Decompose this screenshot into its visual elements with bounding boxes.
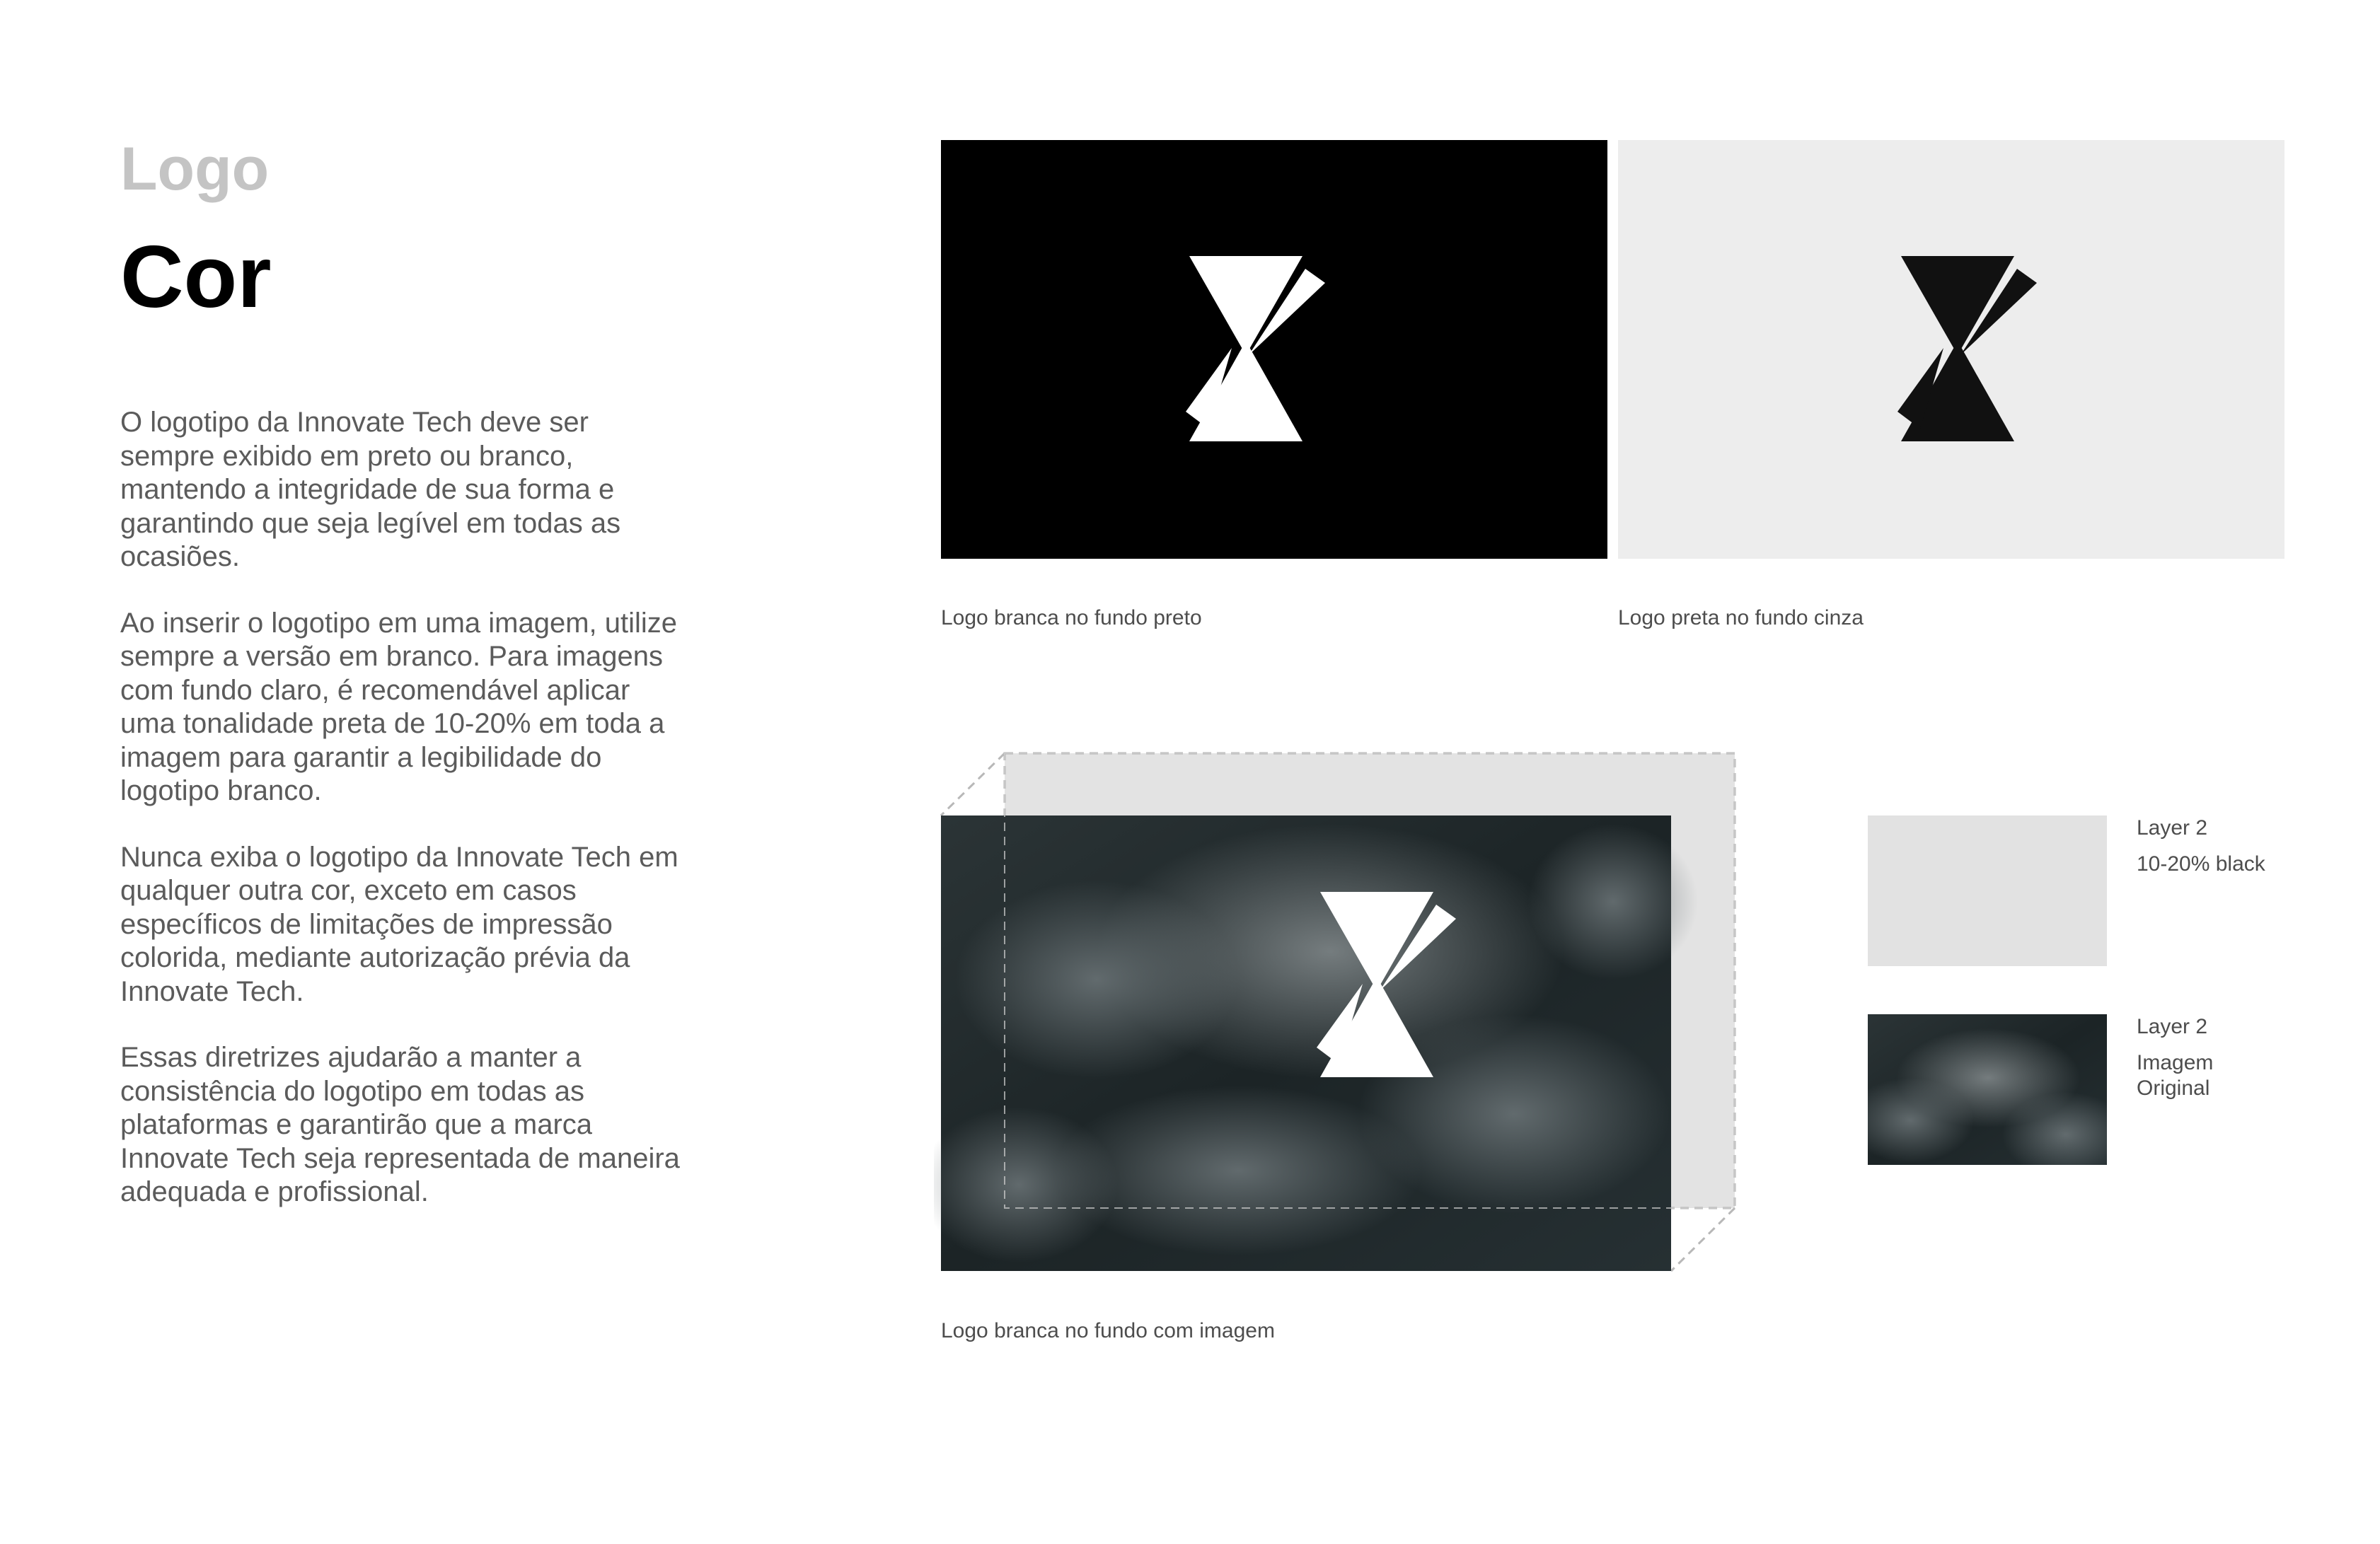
paragraph-1: O logotipo da Innovate Tech deve ser sem… <box>120 407 621 572</box>
gray-background-panel <box>1618 140 2284 559</box>
paragraph-3: Nunca exiba o logotipo da Innovate Tech … <box>120 841 678 1007</box>
layer-1-label: Layer 2 <box>2137 816 2208 840</box>
ocean-image <box>934 815 1698 1271</box>
gray-panel-svg <box>1618 140 2284 559</box>
black-panel-caption: Logo branca no fundo preto <box>941 606 1202 629</box>
paragraph-4: Essas diretrizes ajudarão a manter a con… <box>120 1042 680 1207</box>
layer-swatch-overlay <box>1868 815 2107 966</box>
perspective-line-bottom <box>1670 1207 1736 1272</box>
layer-2-description-line2: Original <box>2137 1076 2210 1100</box>
gray-panel-background <box>1618 140 2284 559</box>
perspective-line-top <box>940 752 1006 817</box>
layer-2-label: Layer 2 <box>2137 1015 2208 1038</box>
black-panel-background <box>941 140 1607 559</box>
guidelines-text: O logotipo da Innovate Tech deve ser sem… <box>120 406 686 1242</box>
page-title: Cor <box>120 228 272 326</box>
black-panel-svg <box>941 140 1607 559</box>
black-background-panel <box>941 140 1607 559</box>
layer-swatch-image <box>1868 1014 2107 1165</box>
section-label: Logo <box>120 135 270 203</box>
layer-1-description: 10-20% black <box>2137 852 2265 876</box>
gray-panel-caption: Logo preta no fundo cinza <box>1618 606 1864 629</box>
layer-illustration <box>934 752 1736 1272</box>
paragraph-2: Ao inserir o logotipo em uma imagem, uti… <box>120 607 678 807</box>
layer-2-description-line1: Imagem <box>2137 1051 2214 1074</box>
image-panel-caption: Logo branca no fundo com imagem <box>941 1319 1275 1342</box>
